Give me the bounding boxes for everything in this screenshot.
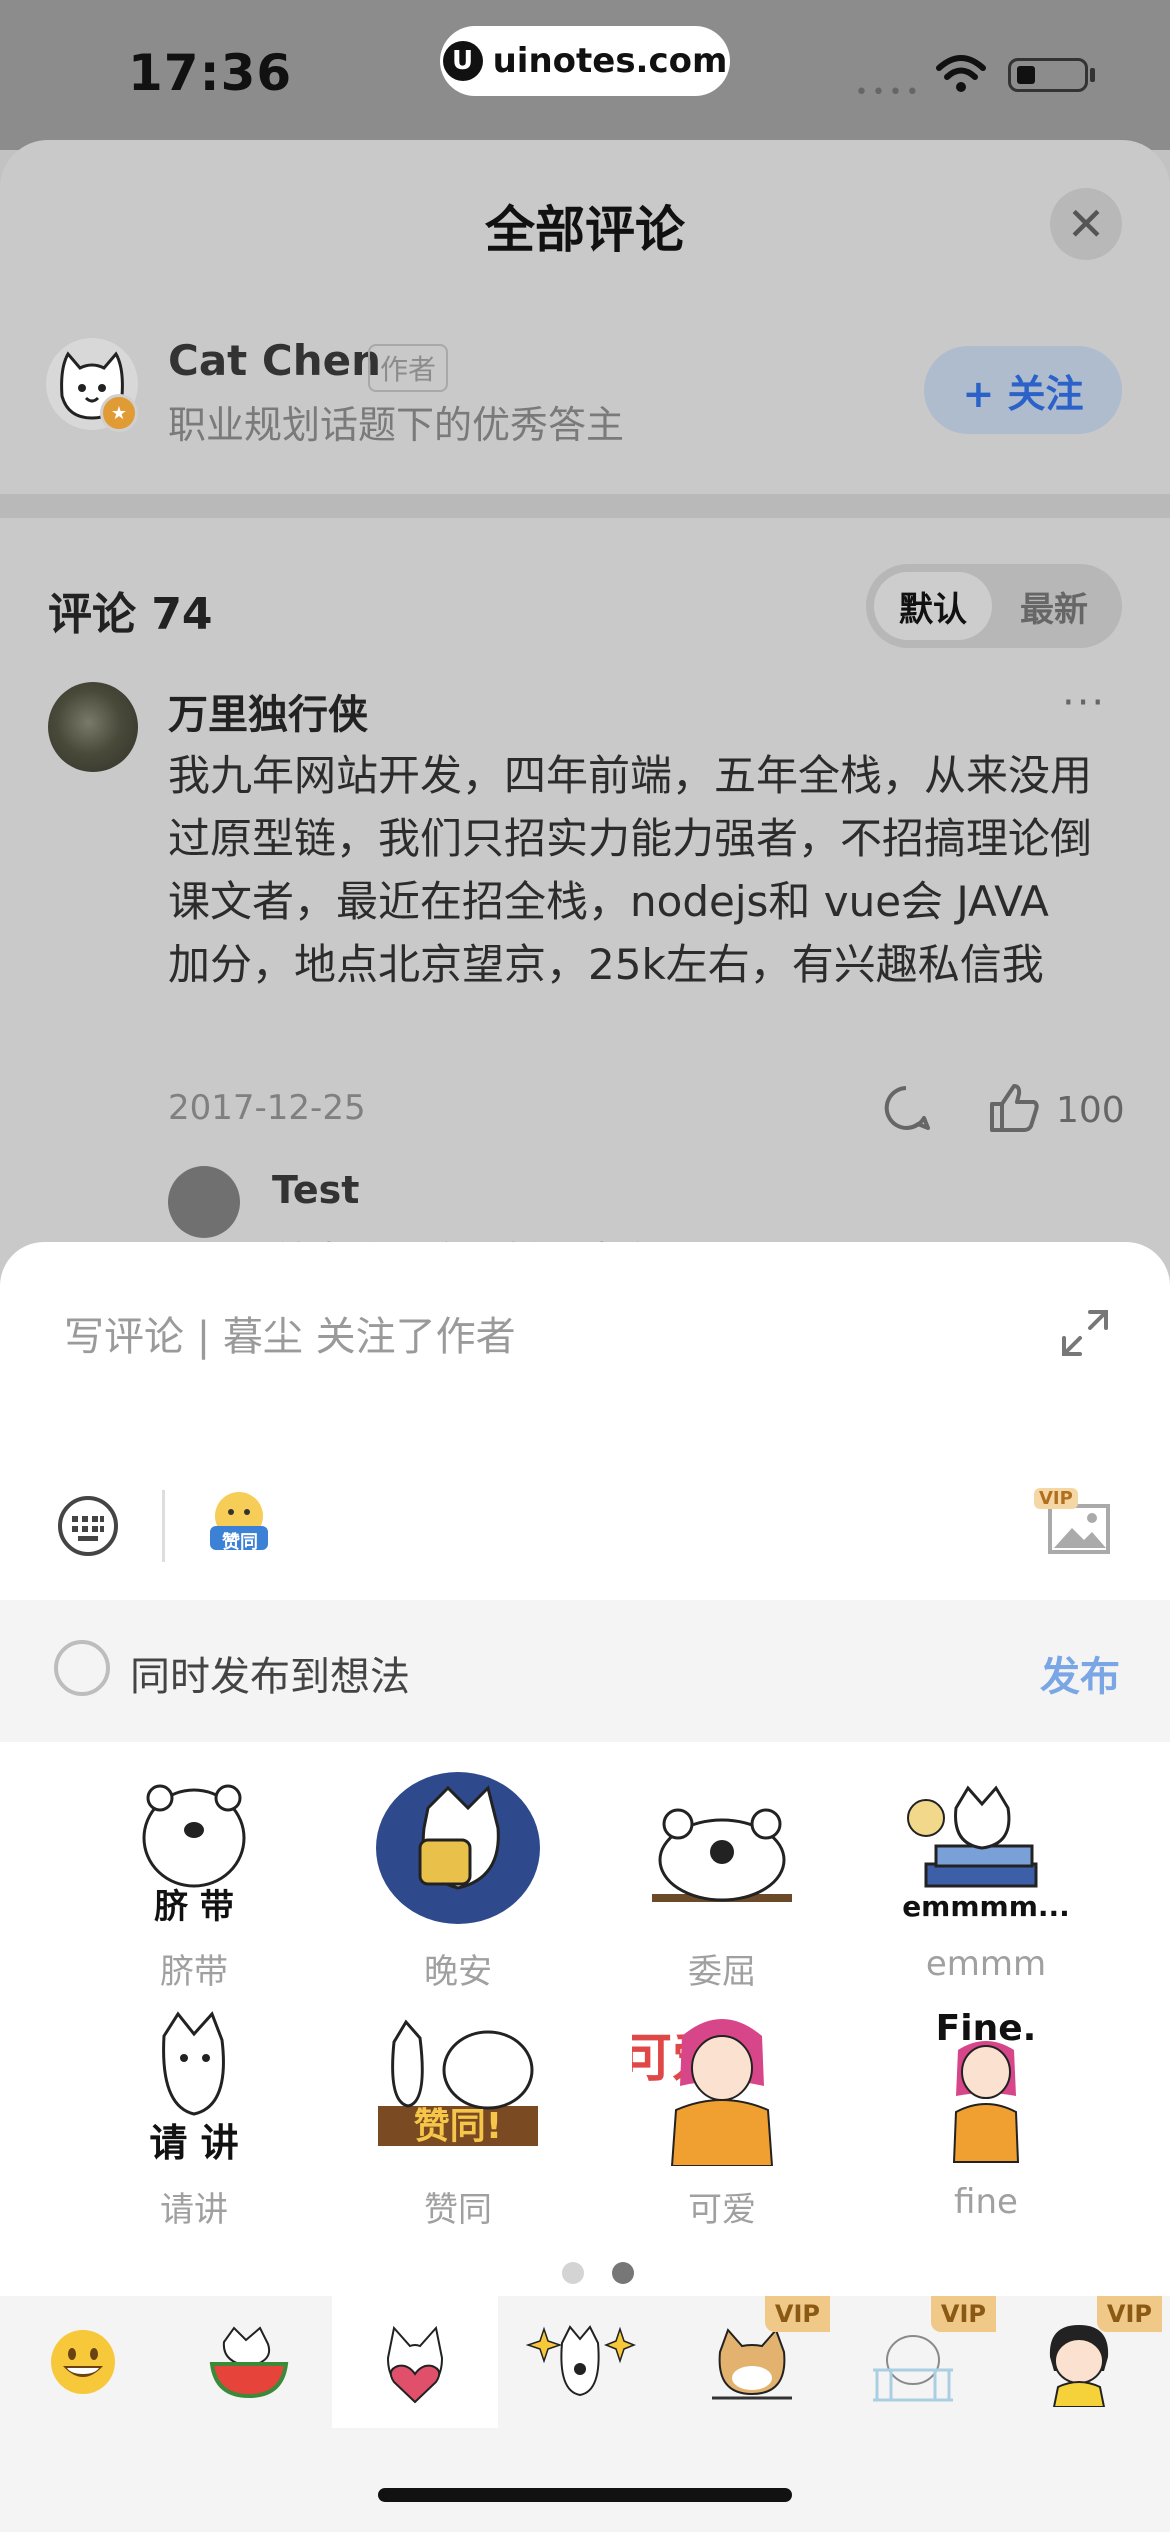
bear-crib-icon [873, 2335, 953, 2402]
tab-sparkle-cat[interactable] [498, 2296, 664, 2428]
agree-friends-sticker-icon: 赞同! [378, 2019, 538, 2147]
vip-badge: VIP [930, 2296, 996, 2332]
vip-badge: VIP [1096, 2296, 1162, 2332]
sticker-label: 脐带 [160, 1952, 228, 1992]
sticker-caption: emmmm... [902, 1890, 1070, 1923]
more-options-icon[interactable]: ··· [1062, 680, 1106, 726]
tab-watermelon-cat[interactable] [166, 2296, 332, 2428]
image-vip-badge: VIP [1034, 1488, 1078, 1509]
smiley-icon [51, 2330, 115, 2394]
expand-icon[interactable] [1060, 1308, 1110, 1358]
sticker-caption: 赞同! [414, 2106, 502, 2147]
battery-cap-icon [1090, 68, 1095, 82]
sheet-title: 全部评论 [485, 201, 685, 259]
sticker-label: 晚安 [424, 1952, 492, 1992]
agree-emoji-badge: 赞同 [222, 1532, 258, 1553]
author-name[interactable]: Cat Chen [168, 336, 381, 385]
author-description: 职业规划话题下的优秀答主 [168, 403, 625, 447]
section-divider [0, 494, 1170, 518]
cute-girl-sticker-icon: 可爱 [620, 2019, 774, 2167]
sticker-page-indicator [548, 2262, 648, 2288]
battery-level [1017, 66, 1035, 84]
sticker-label: emmm [925, 1944, 1047, 1984]
status-time: 17:36 [128, 44, 293, 102]
sticker-label: 委屈 [688, 1952, 756, 1992]
tab-girl[interactable]: VIP [996, 2296, 1162, 2428]
sort-default-button[interactable]: 默认 [874, 572, 992, 640]
follow-button[interactable]: + 关注 [924, 346, 1122, 434]
watermelon-cat-icon [209, 2326, 289, 2399]
sync-to-thoughts-label: 同时发布到想法 [130, 1654, 410, 1700]
publish-button[interactable]: 发布 [1040, 1644, 1120, 1702]
close-button[interactable]: ✕ [1050, 188, 1122, 260]
sticker-please-speak[interactable]: 请 讲 [104, 2006, 284, 2166]
keyboard-icon[interactable] [56, 1494, 120, 1558]
page-dot-1[interactable] [562, 2262, 584, 2284]
sticker-label: 可爱 [688, 2190, 756, 2230]
verified-badge-icon: ★ [100, 394, 138, 432]
battery-icon [1008, 58, 1088, 92]
sticker-fine[interactable]: Fine. [896, 2006, 1076, 2166]
night-cat-sticker-icon [376, 1772, 540, 1924]
sticker-good-night[interactable] [368, 1768, 548, 1928]
sticker-caption: 脐 带 [154, 1887, 234, 1927]
tab-bear-crib[interactable]: VIP [830, 2296, 996, 2428]
wifi-icon [936, 55, 986, 92]
waving-cat-sticker-icon: 请 讲 [149, 2011, 239, 2165]
tab-emoji[interactable] [0, 2296, 166, 2428]
comment-date: 2017-12-25 [168, 1088, 366, 1128]
author-tag: 作者 [368, 344, 449, 392]
vip-badge: VIP [764, 2296, 830, 2332]
like-icon[interactable] [986, 1080, 1042, 1136]
comment-input[interactable]: 写评论 | 暮尘 关注了作者 [64, 1304, 516, 1362]
shiba-icon [712, 2328, 792, 2400]
sticker-caption: 请 讲 [149, 2121, 238, 2165]
study-cat-sticker-icon: emmmm... [902, 1785, 1070, 1923]
tab-shiba[interactable]: VIP [664, 2296, 830, 2428]
polar-bear-sticker-icon: 脐 带 [142, 1784, 246, 1927]
close-icon: ✕ [1066, 197, 1106, 251]
commenter-name[interactable]: 万里独行侠 [168, 682, 368, 740]
home-indicator[interactable] [378, 2488, 792, 2502]
like-count: 100 [1056, 1090, 1125, 1131]
sticker-cute[interactable]: 可爱 [620, 2006, 812, 2167]
commenter-avatar[interactable] [48, 682, 138, 772]
fine-girl-sticker-icon: Fine. [936, 2008, 1036, 2163]
comment-text: 我九年网站开发，四年前端，五年全栈，从来没用过原型链，我们只招实力能力强者，不招… [168, 751, 1093, 989]
comments-count: 评论 74 [48, 589, 213, 640]
reply-author[interactable]: Test [272, 1168, 359, 1212]
sticker-label: 请讲 [160, 2190, 228, 2230]
page-dot-2[interactable] [612, 2262, 634, 2284]
sad-pig-sticker-icon [652, 1808, 792, 1902]
sticker-emmm[interactable]: emmmm... [896, 1768, 1076, 1928]
watermark-logo-icon: U [442, 41, 483, 81]
sticker-label: fine [954, 2182, 1018, 2222]
watermark-text: uinotes.com [492, 41, 728, 81]
sticker-navel[interactable]: 脐 带 [104, 1768, 284, 1928]
cat-heart-icon [386, 2325, 444, 2404]
sticker-agree[interactable]: 赞同! [368, 2006, 548, 2166]
toolbar-separator [162, 1490, 165, 1562]
sync-to-thoughts-checkbox[interactable] [54, 1640, 110, 1696]
reply-avatar[interactable] [168, 1166, 240, 1238]
watermark-badge: U uinotes.com [440, 26, 730, 96]
tab-cat-heart[interactable] [332, 2296, 498, 2428]
cellular-icon: •••• [855, 80, 923, 105]
reply-icon[interactable] [880, 1082, 932, 1134]
sparkle-cat-icon [526, 2325, 636, 2397]
sticker-label: 赞同 [424, 2190, 492, 2230]
sort-latest-button[interactable]: 最新 [994, 572, 1114, 640]
sticker-aggrieved[interactable] [632, 1768, 812, 1928]
